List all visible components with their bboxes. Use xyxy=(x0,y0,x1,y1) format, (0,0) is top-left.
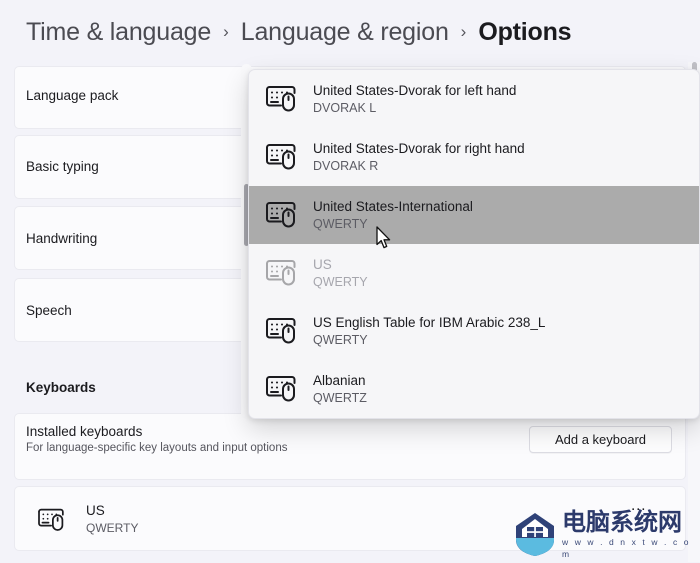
keyboard-icon xyxy=(265,316,299,346)
add-a-keyboard-label: Add a keyboard xyxy=(554,432,647,447)
keyboard-option-us: US QWERTY xyxy=(249,244,699,302)
add-a-keyboard-button[interactable]: Add a keyboard xyxy=(529,426,672,453)
installed-keyboard-layout: QWERTY xyxy=(86,521,139,535)
keyboard-option-name: United States-International xyxy=(313,198,473,214)
keyboard-option-layout: QWERTY xyxy=(313,274,368,289)
settings-card-label: Speech xyxy=(26,303,72,318)
watermark-url: w w w . d n x t w . c o m xyxy=(562,536,691,559)
settings-card-label: Handwriting xyxy=(26,231,98,246)
keyboard-option-layout: QWERTY xyxy=(313,332,368,347)
keyboard-option-dvorak-right[interactable]: United States-Dvorak for right hand DVOR… xyxy=(249,128,699,186)
keyboard-option-name: United States-Dvorak for left hand xyxy=(313,82,517,98)
keyboard-icon xyxy=(265,142,299,172)
installed-keyboards-title: Installed keyboards xyxy=(26,424,143,439)
settings-card-label: Language pack xyxy=(26,88,119,103)
breadcrumb-item-options: Options xyxy=(478,18,572,46)
chevron-right-icon: › xyxy=(460,22,467,41)
keyboard-picker-flyout: United States-Dvorak for left hand DVORA… xyxy=(248,69,700,419)
keyboard-option-layout: DVORAK L xyxy=(313,100,377,115)
keyboard-option-us-english-table-ibm-arabic[interactable]: US English Table for IBM Arabic 238_L QW… xyxy=(249,302,699,360)
keyboard-icon xyxy=(265,374,299,404)
keyboard-option-dvorak-left[interactable]: United States-Dvorak for left hand DVORA… xyxy=(249,70,699,128)
breadcrumb-item-language-region[interactable]: Language & region xyxy=(241,18,449,47)
installed-keyboards-subtitle: For language-specific key layouts and in… xyxy=(26,442,288,454)
chevron-right-icon: › xyxy=(223,22,229,41)
watermark-site-name: 电脑系统网 xyxy=(562,507,682,536)
keyboard-option-layout: QWERTY xyxy=(313,216,368,231)
breadcrumb: Time & language › Language & region › Op… xyxy=(26,18,572,56)
keyboard-option-layout: DVORAK R xyxy=(313,158,379,173)
keyboard-option-name: US English Table for IBM Arabic 238_L xyxy=(313,314,546,330)
keyboard-icon xyxy=(265,200,299,230)
watermark: 电脑系统网 w w w . d n x t w . c o m xyxy=(512,508,696,560)
keyboard-icon xyxy=(37,507,67,533)
keyboard-option-layout: QWERTZ xyxy=(313,390,367,405)
house-shield-logo-icon xyxy=(512,510,558,558)
installed-keyboard-name: US xyxy=(86,503,105,518)
breadcrumb-item-time-language[interactable]: Time & language xyxy=(26,18,211,47)
keyboard-icon xyxy=(265,84,299,114)
settings-window: Time & language › Language & region › Op… xyxy=(0,0,700,563)
keyboard-option-name: Albanian xyxy=(313,372,366,388)
keyboard-option-name: US xyxy=(313,256,332,272)
keyboard-option-name: United States-Dvorak for right hand xyxy=(313,140,525,156)
keyboards-section-heading: Keyboards xyxy=(26,380,96,395)
keyboard-option-us-international[interactable]: United States-International QWERTY xyxy=(249,186,699,244)
keyboard-option-albanian[interactable]: Albanian QWERTZ xyxy=(249,360,699,418)
keyboard-icon xyxy=(265,258,299,288)
settings-card-label: Basic typing xyxy=(26,159,99,174)
